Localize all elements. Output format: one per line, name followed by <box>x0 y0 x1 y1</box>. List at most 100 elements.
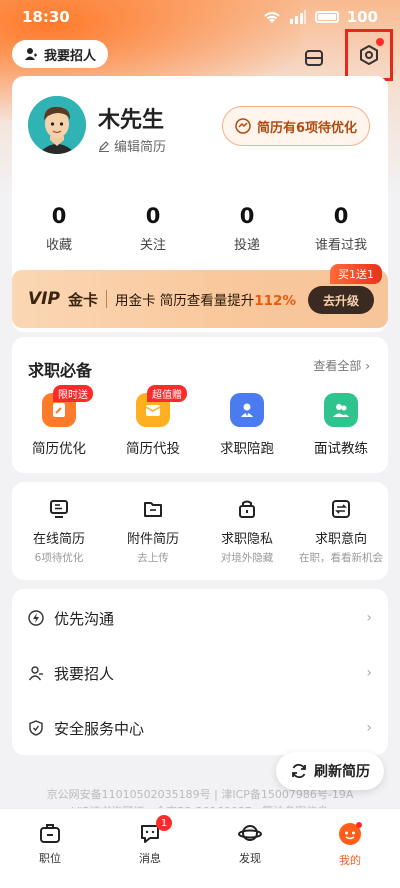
resume-optimize-label: 简历有6项待优化 <box>256 120 357 136</box>
res-sub: 对境外隐藏 <box>220 552 274 564</box>
vip-banner[interactable]: VIP 金卡 用金卡 简历查看量提升112% 去升级 买1送1 <box>12 264 388 328</box>
job-item-label: 简历优化 <box>32 441 86 457</box>
res-label: 求职意向 <box>314 532 367 547</box>
status-time: 18:30 <box>22 8 70 26</box>
tab-discover[interactable]: 发现 <box>200 809 300 888</box>
tab-label: 职位 <box>39 852 61 865</box>
tab-me[interactable]: 我的 <box>300 809 400 888</box>
stat-label: 收藏 <box>45 238 72 253</box>
stat-label: 投递 <box>233 238 260 253</box>
profile-face-icon <box>339 822 362 845</box>
stat-applied[interactable]: 0 投递 <box>200 204 294 253</box>
folder-icon <box>144 502 162 517</box>
refresh-icon <box>292 763 306 779</box>
avatar[interactable] <box>28 96 86 154</box>
tab-jobs[interactable]: 职位 <box>0 809 100 888</box>
vip-card-label: 金卡 <box>67 290 98 309</box>
job-item-resume-optimize[interactable]: 限时送 简历优化 <box>12 385 106 457</box>
job-privacy-item[interactable]: 求职隐私 对境外隐藏 <box>200 498 294 565</box>
chart-icon <box>235 118 251 134</box>
bottom-tab-bar: 职位 1 消息 发现 我的 <box>0 808 400 888</box>
job-intention-item[interactable]: 求职意向 在职，看看新机会 <box>294 498 388 565</box>
menu-card: 优先沟通 › 我要招人 › 安全服务中心 › <box>12 589 388 755</box>
battery-icon <box>314 11 339 23</box>
item-badge: 限时送 <box>53 385 93 402</box>
attachment-resume-item[interactable]: 附件简历 去上传 <box>106 498 200 565</box>
res-sub: 去上传 <box>137 552 169 564</box>
stat-following[interactable]: 0 关注 <box>106 204 200 253</box>
vip-percent: 112% <box>254 293 296 309</box>
job-essentials-card: 求职必备 查看全部 › 限时送 简历优化 超值赠 简历代投 求职陪跑 面试教练 <box>12 337 388 473</box>
res-label: 在线简历 <box>32 532 85 547</box>
job-item-label: 求职陪跑 <box>220 441 274 457</box>
menu-label: 我要招人 <box>54 664 115 683</box>
vip-logo: VIP <box>28 289 60 309</box>
people-icon <box>324 393 358 427</box>
briefcase-icon <box>40 824 60 843</box>
menu-item-security-center[interactable]: 安全服务中心 › <box>12 701 388 755</box>
edit-label: 编辑简历 <box>114 140 167 155</box>
monitor-icon <box>50 500 68 518</box>
scan-icon <box>305 50 323 66</box>
stat-viewed-me[interactable]: 0 谁看过我 <box>294 204 388 253</box>
item-badge: 超值赠 <box>147 385 187 402</box>
chevron-right-icon: › <box>366 720 372 736</box>
lightning-icon <box>28 610 44 626</box>
resume-optimize-button[interactable]: 简历有6项待优化 <box>221 106 370 146</box>
online-resume-item[interactable]: 在线简历 6项待优化 <box>12 498 106 565</box>
job-item-job-coaching[interactable]: 求职陪跑 <box>200 393 294 457</box>
settings-button[interactable] <box>345 29 393 81</box>
unread-badge: 1 <box>156 815 172 831</box>
chevron-right-icon: › <box>366 610 372 626</box>
gear-icon <box>360 45 378 65</box>
tab-label: 发现 <box>239 852 261 865</box>
recruit-button[interactable]: 我要招人 <box>12 40 109 68</box>
lock-icon <box>239 500 255 518</box>
pencil-icon <box>99 140 109 152</box>
stat-label: 关注 <box>139 238 166 253</box>
avatar-image <box>28 96 86 154</box>
person-tie-icon <box>230 393 264 427</box>
menu-label: 安全服务中心 <box>54 719 145 738</box>
stat-number: 0 <box>333 204 349 228</box>
job-item-resume-delivery[interactable]: 超值赠 简历代投 <box>106 385 200 457</box>
job-item-interview-coach[interactable]: 面试教练 <box>294 393 388 457</box>
tab-label: 消息 <box>139 852 161 865</box>
recruit-label: 我要招人 <box>44 48 97 64</box>
stat-number: 0 <box>239 204 255 228</box>
resume-card: 在线简历 6项待优化 附件简历 去上传 求职隐私 对境外隐藏 求职意向 在职，看… <box>12 482 388 580</box>
job-item-label: 面试教练 <box>314 441 368 457</box>
shield-icon <box>29 720 43 736</box>
tab-messages[interactable]: 1 消息 <box>100 809 200 888</box>
stat-favorites[interactable]: 0 收藏 <box>12 204 106 253</box>
menu-label: 优先沟通 <box>54 609 115 628</box>
see-all-link[interactable]: 查看全部 › <box>313 357 370 374</box>
person-icon <box>28 666 43 681</box>
stat-number: 0 <box>145 204 161 228</box>
res-label: 附件简历 <box>126 532 179 547</box>
upgrade-button[interactable]: 去升级 <box>308 286 374 314</box>
scan-button[interactable] <box>300 42 328 74</box>
menu-item-priority-chat[interactable]: 优先沟通 › <box>12 591 388 645</box>
edit-resume-link[interactable]: 编辑简历 <box>98 136 166 155</box>
section-title: 求职必备 <box>28 361 93 380</box>
res-sub: 在职，看看新机会 <box>299 552 383 564</box>
switch-arrows-icon <box>332 500 350 518</box>
vip-text: 用金卡 简历查看量提升 <box>114 293 255 309</box>
chevron-right-icon: › <box>366 665 372 681</box>
planet-icon <box>238 825 262 841</box>
person-swap-icon <box>25 48 37 60</box>
notification-dot <box>376 38 384 46</box>
chevron-right-icon: › <box>365 359 370 373</box>
refresh-resume-button[interactable]: 刷新简历 <box>276 752 384 790</box>
job-item-label: 简历代投 <box>126 441 180 457</box>
battery-level: 100 <box>346 8 378 26</box>
stat-number: 0 <box>51 204 67 228</box>
tab-label: 我的 <box>339 854 361 867</box>
res-label: 求职隐私 <box>220 532 273 547</box>
user-name: 木先生 <box>98 108 165 133</box>
signal-icon <box>289 10 306 24</box>
divider <box>105 290 107 308</box>
menu-item-recruit[interactable]: 我要招人 › <box>12 646 388 700</box>
wifi-icon <box>263 12 280 23</box>
